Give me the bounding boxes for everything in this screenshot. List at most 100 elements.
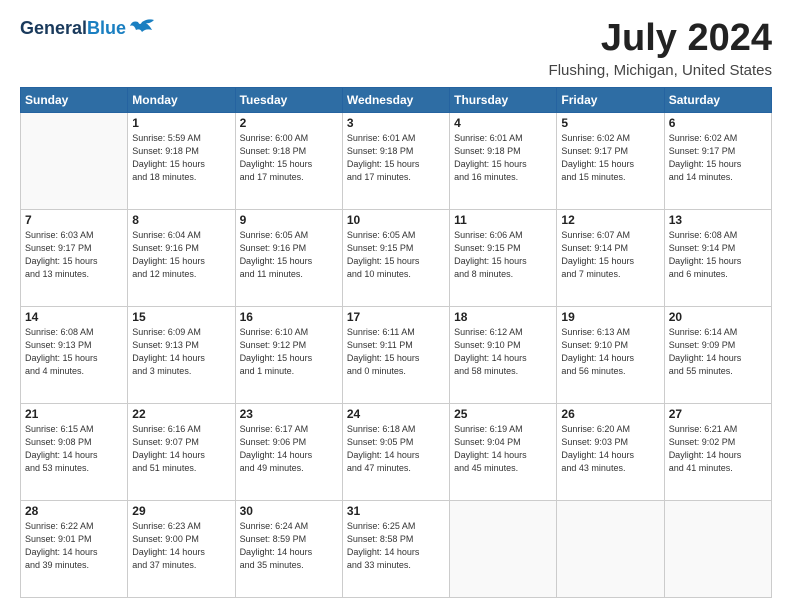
- cell-info: Sunrise: 6:16 AM Sunset: 9:07 PM Dayligh…: [132, 423, 230, 475]
- day-number: 26: [561, 407, 659, 421]
- day-number: 14: [25, 310, 123, 324]
- cell-info: Sunrise: 6:18 AM Sunset: 9:05 PM Dayligh…: [347, 423, 445, 475]
- table-row: 10 Sunrise: 6:05 AM Sunset: 9:15 PM Dayli…: [342, 209, 449, 306]
- day-number: 10: [347, 213, 445, 227]
- table-row: 5 Sunrise: 6:02 AM Sunset: 9:17 PM Daylig…: [557, 112, 664, 209]
- weekday-header-row: Sunday Monday Tuesday Wednesday Thursday…: [21, 87, 772, 112]
- cell-info: Sunrise: 6:01 AM Sunset: 9:18 PM Dayligh…: [347, 132, 445, 184]
- cell-info: Sunrise: 6:24 AM Sunset: 8:59 PM Dayligh…: [240, 520, 338, 572]
- day-number: 2: [240, 116, 338, 130]
- cell-info: Sunrise: 6:15 AM Sunset: 9:08 PM Dayligh…: [25, 423, 123, 475]
- table-row: 18 Sunrise: 6:12 AM Sunset: 9:10 PM Dayli…: [450, 306, 557, 403]
- day-number: 20: [669, 310, 767, 324]
- table-row: 20Sunrise: 6:14 AM Sunset: 9:09 PM Dayli…: [664, 306, 771, 403]
- cell-info: Sunrise: 6:12 AM Sunset: 9:10 PM Dayligh…: [454, 326, 552, 378]
- cell-info: Sunrise: 6:06 AM Sunset: 9:15 PM Dayligh…: [454, 229, 552, 281]
- table-row: 19Sunrise: 6:13 AM Sunset: 9:10 PM Dayli…: [557, 306, 664, 403]
- day-number: 17: [347, 310, 445, 324]
- cell-info: Sunrise: 6:23 AM Sunset: 9:00 PM Dayligh…: [132, 520, 230, 572]
- calendar-week-row: 14 Sunrise: 6:08 AM Sunset: 9:13 PM Dayli…: [21, 306, 772, 403]
- day-number: 13: [669, 213, 767, 227]
- table-row: 23 Sunrise: 6:17 AM Sunset: 9:06 PM Dayli…: [235, 403, 342, 500]
- day-number: 25: [454, 407, 552, 421]
- day-number: 31: [347, 504, 445, 518]
- cell-info: Sunrise: 6:07 AM Sunset: 9:14 PM Dayligh…: [561, 229, 659, 281]
- day-number: 5: [561, 116, 659, 130]
- day-number: 30: [240, 504, 338, 518]
- month-year: July 2024: [549, 18, 772, 60]
- day-number: 11: [454, 213, 552, 227]
- location: Flushing, Michigan, United States: [549, 62, 772, 79]
- day-number: 9: [240, 213, 338, 227]
- cell-info: Sunrise: 6:22 AM Sunset: 9:01 PM Dayligh…: [25, 520, 123, 572]
- table-row: 16Sunrise: 6:10 AM Sunset: 9:12 PM Dayli…: [235, 306, 342, 403]
- table-row: 14 Sunrise: 6:08 AM Sunset: 9:13 PM Dayli…: [21, 306, 128, 403]
- cell-info: Sunrise: 6:03 AM Sunset: 9:17 PM Dayligh…: [25, 229, 123, 281]
- logo-blue: Blue: [87, 18, 126, 38]
- cell-info: Sunrise: 6:00 AM Sunset: 9:18 PM Dayligh…: [240, 132, 338, 184]
- calendar-table: Sunday Monday Tuesday Wednesday Thursday…: [20, 87, 772, 598]
- day-number: 16: [240, 310, 338, 324]
- calendar-week-row: 7Sunrise: 6:03 AM Sunset: 9:17 PM Daylig…: [21, 209, 772, 306]
- cell-info: Sunrise: 6:11 AM Sunset: 9:11 PM Dayligh…: [347, 326, 445, 378]
- day-number: 15: [132, 310, 230, 324]
- table-row: 29 Sunrise: 6:23 AM Sunset: 9:00 PM Dayli…: [128, 500, 235, 597]
- table-row: 26 Sunrise: 6:20 AM Sunset: 9:03 PM Dayli…: [557, 403, 664, 500]
- cell-info: Sunrise: 6:02 AM Sunset: 9:17 PM Dayligh…: [561, 132, 659, 184]
- table-row: 2 Sunrise: 6:00 AM Sunset: 9:18 PM Daylig…: [235, 112, 342, 209]
- cell-info: Sunrise: 6:19 AM Sunset: 9:04 PM Dayligh…: [454, 423, 552, 475]
- cell-info: Sunrise: 6:05 AM Sunset: 9:15 PM Dayligh…: [347, 229, 445, 281]
- header-thursday: Thursday: [450, 87, 557, 112]
- header: GeneralBlue July 2024 Flushing, Michigan…: [20, 18, 772, 79]
- table-row: 27 Sunrise: 6:21 AM Sunset: 9:02 PM Dayli…: [664, 403, 771, 500]
- title-block: July 2024 Flushing, Michigan, United Sta…: [549, 18, 772, 79]
- table-row: 7Sunrise: 6:03 AM Sunset: 9:17 PM Daylig…: [21, 209, 128, 306]
- day-number: 18: [454, 310, 552, 324]
- table-row: 31 Sunrise: 6:25 AM Sunset: 8:58 PM Dayli…: [342, 500, 449, 597]
- header-wednesday: Wednesday: [342, 87, 449, 112]
- day-number: 12: [561, 213, 659, 227]
- cell-info: Sunrise: 6:02 AM Sunset: 9:17 PM Dayligh…: [669, 132, 767, 184]
- logo-bird-icon: [128, 18, 156, 40]
- cell-info: Sunrise: 6:25 AM Sunset: 8:58 PM Dayligh…: [347, 520, 445, 572]
- cell-info: Sunrise: 6:04 AM Sunset: 9:16 PM Dayligh…: [132, 229, 230, 281]
- day-number: 24: [347, 407, 445, 421]
- day-number: 23: [240, 407, 338, 421]
- day-number: 4: [454, 116, 552, 130]
- calendar-week-row: 28 Sunrise: 6:22 AM Sunset: 9:01 PM Dayli…: [21, 500, 772, 597]
- day-number: 28: [25, 504, 123, 518]
- logo: GeneralBlue: [20, 18, 156, 40]
- table-row: [557, 500, 664, 597]
- table-row: 28 Sunrise: 6:22 AM Sunset: 9:01 PM Dayli…: [21, 500, 128, 597]
- cell-info: Sunrise: 6:17 AM Sunset: 9:06 PM Dayligh…: [240, 423, 338, 475]
- day-number: 21: [25, 407, 123, 421]
- table-row: [21, 112, 128, 209]
- day-number: 6: [669, 116, 767, 130]
- cell-info: Sunrise: 6:08 AM Sunset: 9:13 PM Dayligh…: [25, 326, 123, 378]
- table-row: 9Sunrise: 6:05 AM Sunset: 9:16 PM Daylig…: [235, 209, 342, 306]
- table-row: 3 Sunrise: 6:01 AM Sunset: 9:18 PM Daylig…: [342, 112, 449, 209]
- table-row: [664, 500, 771, 597]
- table-row: 4 Sunrise: 6:01 AM Sunset: 9:18 PM Daylig…: [450, 112, 557, 209]
- logo-general: General: [20, 18, 87, 38]
- table-row: 15Sunrise: 6:09 AM Sunset: 9:13 PM Dayli…: [128, 306, 235, 403]
- header-tuesday: Tuesday: [235, 87, 342, 112]
- page: GeneralBlue July 2024 Flushing, Michigan…: [0, 0, 792, 612]
- day-number: 27: [669, 407, 767, 421]
- table-row: 21 Sunrise: 6:15 AM Sunset: 9:08 PM Dayli…: [21, 403, 128, 500]
- table-row: 22 Sunrise: 6:16 AM Sunset: 9:07 PM Dayli…: [128, 403, 235, 500]
- cell-info: Sunrise: 5:59 AM Sunset: 9:18 PM Dayligh…: [132, 132, 230, 184]
- table-row: 25 Sunrise: 6:19 AM Sunset: 9:04 PM Dayli…: [450, 403, 557, 500]
- cell-info: Sunrise: 6:08 AM Sunset: 9:14 PM Dayligh…: [669, 229, 767, 281]
- cell-info: Sunrise: 6:21 AM Sunset: 9:02 PM Dayligh…: [669, 423, 767, 475]
- day-number: 3: [347, 116, 445, 130]
- table-row: [450, 500, 557, 597]
- day-number: 29: [132, 504, 230, 518]
- table-row: 8Sunrise: 6:04 AM Sunset: 9:16 PM Daylig…: [128, 209, 235, 306]
- cell-info: Sunrise: 6:01 AM Sunset: 9:18 PM Dayligh…: [454, 132, 552, 184]
- cell-info: Sunrise: 6:20 AM Sunset: 9:03 PM Dayligh…: [561, 423, 659, 475]
- day-number: 22: [132, 407, 230, 421]
- day-number: 1: [132, 116, 230, 130]
- header-monday: Monday: [128, 87, 235, 112]
- calendar-week-row: 21 Sunrise: 6:15 AM Sunset: 9:08 PM Dayli…: [21, 403, 772, 500]
